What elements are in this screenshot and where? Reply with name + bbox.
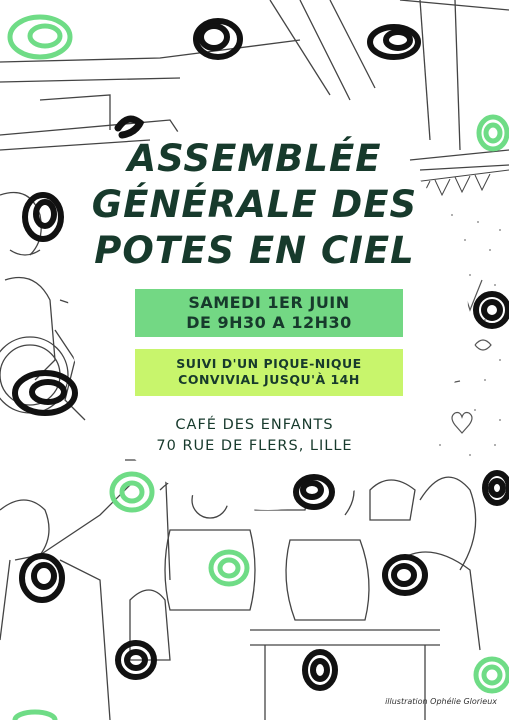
poster: ASSEMBLÉE GÉNÉRALE DES POTES EN CIEL SAM… <box>0 0 509 720</box>
scribble-dark-bottom-right <box>382 554 428 596</box>
scribble-green-mid-left <box>109 471 155 513</box>
comma-scribble <box>114 115 145 139</box>
time-line: DE 9H30 A 12H30 <box>186 313 352 332</box>
title-line-1: ASSEMBLÉE <box>127 137 382 180</box>
picnic-line-1: SUIVI D'UN PIQUE-NIQUE <box>176 356 362 371</box>
venue-name: CAFÉ DES ENFANTS <box>175 417 334 433</box>
scribble-green-bottom-right <box>473 656 509 694</box>
scribble-green-bottom-left <box>12 709 58 720</box>
scribble-dark-top-right <box>367 24 421 60</box>
scribble-dark-bottom-left <box>19 553 65 603</box>
scribble-dark-right-1 <box>473 291 509 329</box>
illustration-credit: illustration Ophélie Glorieux <box>385 697 497 706</box>
date-box: SAMEDI 1ER JUIN DE 9H30 A 12H30 <box>135 289 403 337</box>
title-line-2: GÉNÉRALE DES <box>91 183 418 226</box>
picnic-line-2: CONVIVIAL JUSQU'À 14H <box>178 372 360 387</box>
scribble-green-top-left <box>7 14 73 60</box>
date-line: SAMEDI 1ER JUIN <box>188 293 350 312</box>
venue-address: 70 RUE DE FLERS, LILLE <box>156 438 353 454</box>
scribble-dark-left-2 <box>12 370 78 416</box>
scribble-dark-right-2 <box>482 470 509 506</box>
scribble-dark-top <box>193 18 243 60</box>
title-line-3: POTES EN CIEL <box>94 229 415 272</box>
scribble-dark-bottom-2 <box>302 649 338 691</box>
scribble-green-mid <box>208 549 250 587</box>
picnic-box: SUIVI D'UN PIQUE-NIQUE CONVIVIAL JUSQU'À… <box>135 349 403 396</box>
